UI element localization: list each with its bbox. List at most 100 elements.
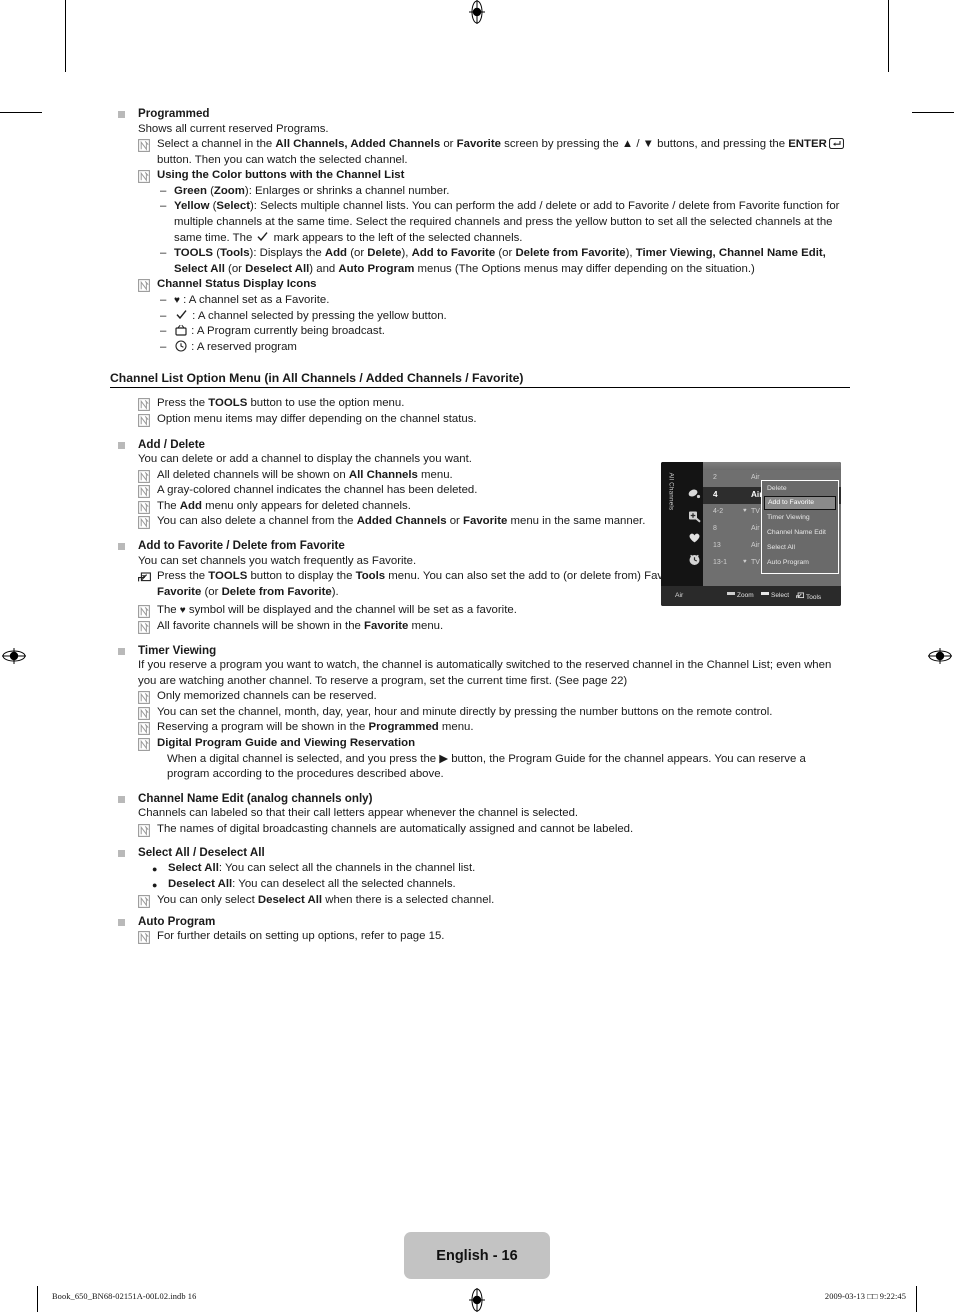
note-pencil-icon [138,691,150,705]
dash-marker: – [160,294,167,307]
dash-marker: – [160,200,167,213]
square-bullet-icon [118,795,125,803]
dash-marker: – [160,309,167,322]
note-pencil-icon [138,722,150,736]
note-pencil-icon [138,931,150,945]
option-menu-heading: Channel List Option Menu (in All Channel… [110,371,850,389]
tv-menu-item[interactable]: Add to Favorite [764,496,836,510]
tv-menu-item[interactable]: Channel Name Edit [762,525,838,540]
bullet-item-deselect-all: ● Deselect All: You can deselect all the… [152,877,850,893]
timer-viewing-guide-body: When a digital channel is selected, and … [167,752,806,781]
page-number-badge: English - 16 [404,1232,550,1279]
heart-icon[interactable] [687,530,702,545]
tv-zoom-hint[interactable]: Zoom [727,592,754,599]
note-row: Only memorized channels can be reserved. [138,689,850,705]
note-pencil-icon [138,895,150,908]
note-pencil-icon [138,706,150,720]
clock-icon [175,340,187,352]
heart-icon: ♥ [174,295,180,307]
dash-text: Green (Zoom): Enlarges or shrinks a chan… [174,184,450,197]
note-text: Using the Color buttons with the Channel… [157,169,405,182]
note-row: Select a channel in the All Channels, Ad… [138,137,850,168]
heart-icon: ♥ [743,559,747,565]
square-bullet-icon [118,918,125,926]
crop-mark-left [0,112,42,113]
crop-mark-top-left [65,0,66,72]
section-title: Add / Delete [138,437,205,451]
add-channel-icon[interactable] [687,508,702,523]
antenna-icon[interactable] [687,486,702,501]
tv-source-label: Air [675,592,684,599]
tv-menu-item[interactable]: Select All [762,540,838,555]
note-row: You can only select Deselect All when th… [138,893,850,909]
tv-channel-number: 2 [713,474,717,481]
note-pencil-icon [138,414,150,427]
section-programmed: Programmed [110,106,850,122]
tv-channel-number: 4-2 [713,508,724,515]
note-pencil-icon [138,516,150,530]
dash-text: TOOLS (Tools): Displays the Add (or Dele… [174,247,826,275]
tools-button-icon [138,571,151,584]
note-text: For further details on setting up option… [157,930,445,943]
note-pencil-icon [138,279,150,293]
tv-channel-number: 13 [713,542,721,549]
timer-viewing-intro: If you reserve a program you want to wat… [138,659,832,687]
note-text: Reserving a program will be shown in the… [157,721,474,734]
registration-mark-right-icon [928,644,952,668]
section-title: Programmed [138,107,210,120]
tv-select-hint[interactable]: Select [761,592,789,599]
note-pencil-icon [138,500,150,514]
status-icon-selected: – : A channel selected by pressing the y… [160,309,850,325]
heart-icon: ♥ [743,508,747,514]
dash-text: ♥ : A channel set as a Favorite. [174,294,330,307]
note-row: Reserving a program will be shown in the… [138,720,850,736]
dash-marker: – [160,184,167,197]
dash-marker: – [160,325,167,338]
tv-sidebar-icons [687,486,703,574]
note-text: All deleted channels will be shown on Al… [157,468,453,481]
note-pencil-icon [138,469,150,483]
clock-icon[interactable] [687,552,702,567]
footer-rule-right [916,1286,917,1312]
dash-item-yellow: – Yellow (Select): Selects multiple chan… [160,199,850,246]
note-text: You can also delete a channel from the A… [157,515,646,528]
note-text: You can only select Deselect All when th… [157,893,495,906]
note-row: Using the Color buttons with the Channel… [138,168,850,184]
section-title: Add to Favorite / Delete from Favorite [138,539,345,553]
status-icon-reserved: – : A reserved program [160,340,850,356]
tv-tools-hint[interactable]: Tools [795,592,821,601]
dash-item-tools: – TOOLS (Tools): Displays the Add (or De… [160,246,850,277]
tv-menu-item[interactable]: Auto Program [762,555,838,570]
tv-broadcast-icon [175,324,187,336]
tv-channel-list-screenshot: All Channels 2Air4Air4-2♥TV #88Air13Air1… [661,462,841,606]
square-bullet-icon [118,647,125,655]
tools-button-icon [795,592,805,600]
note-pencil-icon [138,139,150,153]
tv-options-menu: Delete Add to Favorite Timer Viewing Channe… [761,480,839,574]
note-row: You can set the channel, month, day, yea… [138,705,850,721]
section-auto-program: Auto Program [110,914,850,930]
programmed-intro: Shows all current reserved Programs. [138,122,329,135]
tv-channel-name: Air [751,525,760,532]
note-row: Press the TOOLS button to use the option… [138,396,850,412]
bullet-text: Select All: You can select all the chann… [168,861,476,874]
dash-text: Yellow (Select): Selects multiple channe… [174,200,840,244]
note-text: Channel Status Display Icons [157,278,317,291]
registration-mark-bottom-icon [465,1288,489,1312]
tv-menu-item[interactable]: Delete [762,481,838,496]
tv-title-bar [661,462,841,470]
bullet-text: Deselect All: You can deselect all the s… [168,877,456,890]
footer-filename: Book_650_BN68-02151A-00L02.indb 16 [52,1292,197,1301]
note-row: All deleted channels will be shown on Al… [138,468,678,484]
tv-channel-number: 13-1 [713,559,728,566]
tv-menu-item[interactable]: Timer Viewing [762,510,838,525]
note-pencil-icon [138,605,150,619]
section-select-all: Select All / Deselect All [110,845,850,861]
section-title: Channel Name Edit (analog channels only) [138,791,373,805]
section-add-delete: Add / Delete [110,437,850,453]
note-text: A gray-colored channel indicates the cha… [157,484,478,497]
note-pencil-icon [138,738,150,751]
note-text: Select a channel in the All Channels, Ad… [157,137,850,168]
dash-item-green: – Green (Zoom): Enlarges or shrinks a ch… [160,184,850,200]
note-text: Only memorized channels can be reserved. [157,690,377,703]
